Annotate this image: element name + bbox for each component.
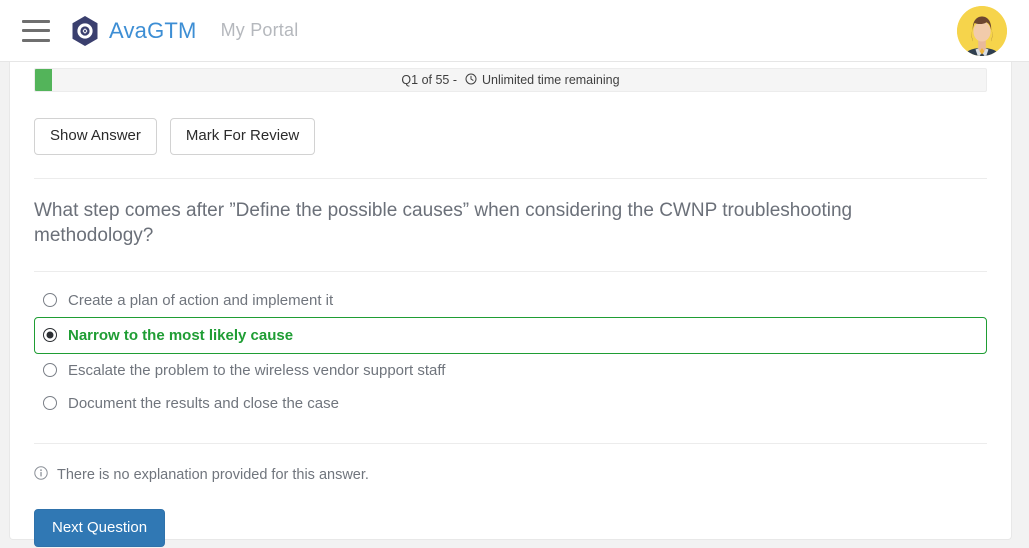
explanation-row: There is no explanation provided for thi… bbox=[34, 465, 987, 484]
clock-icon bbox=[465, 69, 477, 93]
brand-link[interactable]: AvaGTM bbox=[70, 15, 197, 47]
progress-separator: - bbox=[452, 73, 458, 87]
answer-option-3[interactable]: Escalate the problem to the wireless ven… bbox=[34, 354, 987, 387]
hamburger-bar bbox=[22, 38, 50, 42]
avagtm-logo-icon bbox=[70, 15, 100, 47]
explanation-text: There is no explanation provided for thi… bbox=[57, 466, 369, 483]
hamburger-menu-icon[interactable] bbox=[22, 19, 50, 42]
question-text: What step comes after ”Define the possib… bbox=[34, 199, 853, 246]
answer-option-1[interactable]: Create a plan of action and implement it bbox=[34, 284, 987, 317]
radio-icon[interactable] bbox=[43, 396, 57, 411]
time-remaining-text: Unlimited time remaining bbox=[482, 73, 620, 87]
quiz-action-row: Show Answer Mark For Review bbox=[34, 118, 987, 155]
next-question-button[interactable]: Next Question bbox=[34, 508, 166, 548]
show-answer-button[interactable]: Show Answer bbox=[34, 118, 157, 155]
hamburger-bar bbox=[22, 19, 50, 23]
page-root: AvaGTM My Portal Q1 of 55 - Unlimited ti… bbox=[0, 0, 1029, 548]
divider-question bbox=[34, 270, 987, 272]
answer-option-label: Narrow to the most likely cause bbox=[68, 326, 294, 344]
answer-option-label: Escalate the problem to the wireless ven… bbox=[68, 361, 446, 379]
progress-row: Q1 of 55 - Unlimited time remaining bbox=[34, 68, 987, 92]
portal-title: My Portal bbox=[220, 20, 299, 40]
mark-for-review-button[interactable]: Mark For Review bbox=[169, 118, 316, 155]
answer-option-label: Document the results and close the case bbox=[68, 394, 339, 412]
answer-option-label: Create a plan of action and implement it bbox=[68, 291, 334, 309]
top-navbar: AvaGTM My Portal bbox=[0, 0, 1029, 62]
divider-options bbox=[34, 442, 987, 444]
avatar[interactable] bbox=[957, 5, 1007, 56]
hamburger-bar bbox=[22, 29, 50, 32]
divider-top bbox=[34, 177, 987, 179]
quiz-card: Q1 of 55 - Unlimited time remaining Show… bbox=[9, 62, 1012, 548]
radio-icon[interactable] bbox=[43, 363, 57, 378]
quiz-card-body: Q1 of 55 - Unlimited time remaining Show… bbox=[10, 68, 1011, 548]
answer-option-2[interactable]: Narrow to the most likely cause bbox=[34, 316, 987, 354]
info-circle-icon bbox=[34, 465, 48, 484]
radio-icon-selected[interactable] bbox=[43, 328, 57, 343]
answer-options: Create a plan of action and implement it… bbox=[34, 284, 987, 420]
radio-icon[interactable] bbox=[43, 293, 57, 308]
progress-label: Q1 of 55 - Unlimited time remaining bbox=[34, 68, 987, 92]
question-counter: Q1 of 55 bbox=[401, 73, 450, 87]
brand-name: AvaGTM bbox=[109, 17, 197, 43]
answer-option-4[interactable]: Document the results and close the case bbox=[34, 387, 987, 420]
